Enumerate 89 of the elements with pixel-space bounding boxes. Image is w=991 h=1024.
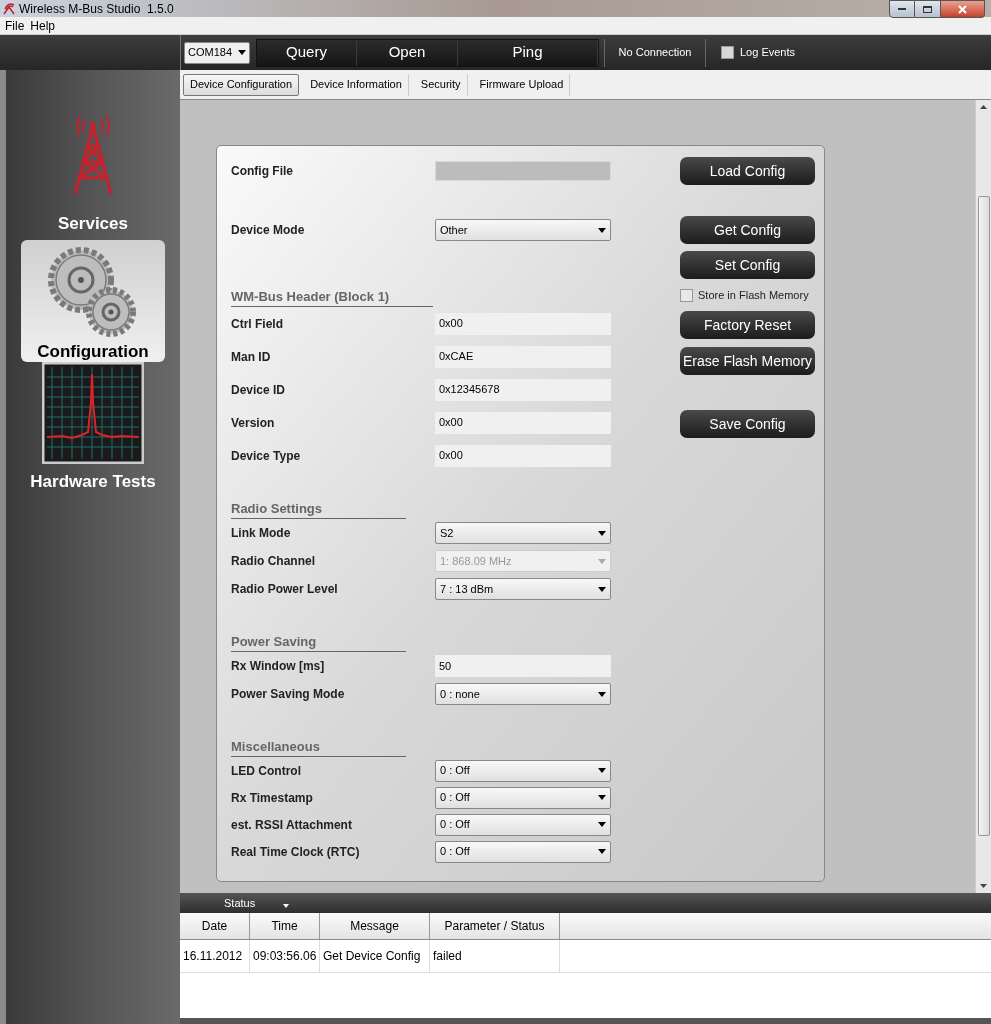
toolbar-button[interactable]: Query: [257, 39, 357, 66]
sidebar-item[interactable]: Services: [21, 112, 165, 234]
input-field[interactable]: 0x12345678: [435, 378, 611, 401]
caret-icon: [598, 227, 606, 233]
checkbox-label: Store in Flash Memory: [698, 287, 809, 303]
field-label: Rx Window [ms]: [231, 658, 326, 675]
tab[interactable]: Security: [414, 73, 468, 96]
window-title: Wireless M-Bus Studio 1.5.0: [19, 0, 174, 18]
caret-icon: [598, 530, 606, 536]
caret-icon: [598, 822, 606, 827]
action-button[interactable]: Factory Reset: [680, 311, 815, 339]
menu-item[interactable]: File: [5, 16, 25, 35]
caret-icon: [598, 849, 606, 854]
dropdown[interactable]: 7 : 13 dBm: [435, 578, 611, 600]
action-button[interactable]: Set Config: [680, 251, 815, 279]
field-label: Man ID: [231, 348, 272, 366]
input-field[interactable]: 0x00: [435, 444, 611, 467]
field-label: Link Mode: [231, 525, 292, 542]
table-cell: Get Device Config: [320, 940, 430, 972]
caret-icon: [598, 558, 606, 564]
column-header[interactable]: Parameter / Status: [430, 913, 560, 939]
column-header[interactable]: Date: [180, 913, 250, 939]
connection-status: No Connection: [617, 45, 693, 61]
field-label: Device ID: [231, 381, 287, 399]
action-button[interactable]: Get Config: [680, 216, 815, 244]
field-label: Version: [231, 414, 276, 432]
sidebar-item[interactable]: Configuration: [21, 240, 165, 362]
scroll-up-icon[interactable]: [980, 105, 987, 109]
table-cell: 16.11.2012: [180, 940, 250, 972]
action-button[interactable]: Save Config: [680, 410, 815, 438]
field-label: Radio Power Level: [231, 581, 339, 598]
dropdown-icon[interactable]: [283, 904, 290, 908]
spectrum-analyzer-icon: [42, 362, 144, 464]
dropdown[interactable]: 0 : none: [435, 683, 611, 705]
column-header[interactable]: Time: [250, 913, 320, 939]
input-field[interactable]: 0x00: [435, 312, 611, 335]
scrollbar[interactable]: [975, 100, 991, 893]
toolbar-button[interactable]: Open: [357, 39, 458, 66]
checkbox[interactable]: [680, 288, 693, 302]
checkbox[interactable]: [721, 46, 734, 59]
field-label: Radio Channel: [231, 553, 316, 570]
field-label: Ctrl Field: [231, 315, 284, 333]
dropdown[interactable]: S2: [435, 522, 611, 544]
dropdown[interactable]: 0 : Off: [435, 840, 611, 863]
field-label: est. RSSI Attachment: [231, 816, 353, 834]
menu-item[interactable]: Help: [30, 16, 56, 35]
tab[interactable]: Device Configuration: [183, 73, 300, 96]
field-label: Device Type: [231, 447, 302, 465]
field-label: Device Mode: [231, 222, 306, 239]
section-heading: Power Saving: [231, 632, 406, 652]
caret-icon: [598, 586, 606, 592]
app-logo-icon: [3, 2, 15, 15]
field-label: LED Control: [231, 762, 302, 780]
field-label: Config File: [231, 163, 294, 180]
field-label: Rx Timestamp: [231, 789, 314, 807]
log-events-label: Log Events: [740, 45, 796, 61]
section-heading: Radio Settings: [231, 499, 406, 519]
tab[interactable]: Firmware Upload: [473, 73, 571, 96]
close-icon: [958, 4, 967, 14]
action-button[interactable]: Load Config: [680, 157, 815, 185]
section-heading: WM-Bus Header (Block 1): [231, 287, 433, 307]
dropdown[interactable]: 0 : Off: [435, 813, 611, 836]
status-title: Status: [224, 895, 256, 911]
caret-icon: [598, 691, 606, 697]
minimize-button[interactable]: [889, 0, 915, 18]
table-cell: failed: [430, 940, 560, 972]
column-header[interactable]: Message: [320, 913, 430, 939]
file-path-field[interactable]: [435, 161, 611, 181]
dropdown[interactable]: Other: [435, 219, 611, 241]
toolbar-button[interactable]: Ping: [458, 39, 598, 66]
caret-icon: [598, 795, 606, 800]
dropdown[interactable]: 0 : Off: [435, 759, 611, 782]
table-cell: 09:03:56.06: [250, 940, 320, 972]
close-button[interactable]: [941, 0, 985, 18]
caret-icon: [598, 768, 606, 773]
dropdown[interactable]: 0 : Off: [435, 786, 611, 809]
field-label: Power Saving Mode: [231, 686, 346, 703]
port-dropdown[interactable]: COM184: [184, 41, 250, 64]
scroll-down-icon[interactable]: [980, 884, 987, 888]
action-button[interactable]: Erase Flash Memory: [680, 347, 815, 375]
input-field[interactable]: 0x00: [435, 411, 611, 434]
input-field[interactable]: 0xCAE: [435, 345, 611, 368]
caret-icon: [238, 50, 246, 55]
tab[interactable]: Device Information: [304, 73, 409, 96]
section-heading: Miscellaneous: [231, 737, 406, 757]
maximize-button[interactable]: [915, 0, 941, 18]
input-field[interactable]: 50: [435, 655, 611, 677]
field-label: Real Time Clock (RTC): [231, 843, 361, 861]
sidebar-item[interactable]: Hardware Tests: [21, 362, 165, 492]
